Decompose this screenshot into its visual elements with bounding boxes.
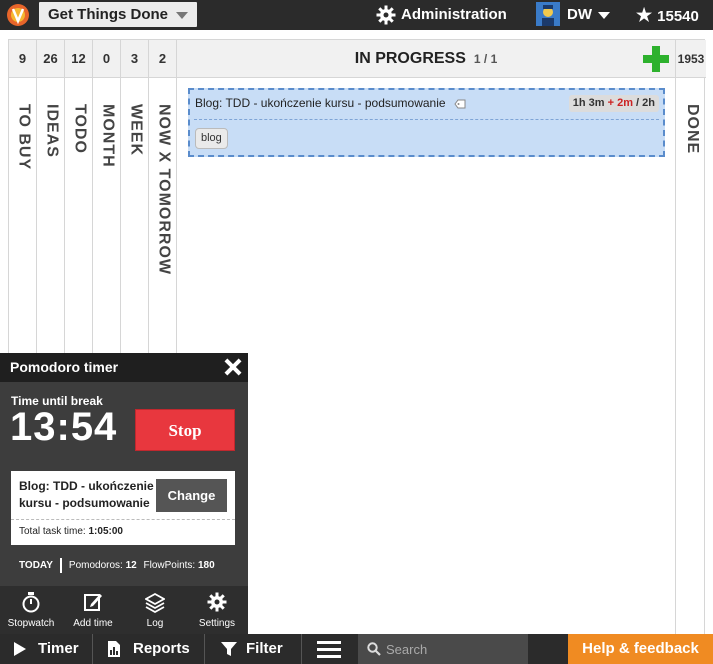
divider bbox=[11, 519, 235, 520]
time-spent: 1h 3m bbox=[572, 97, 605, 109]
top-bar: Get Things Done Administration DW ★ 1554… bbox=[0, 0, 713, 30]
task-card[interactable]: Blog: TDD - ukończenie kursu - podsumowa… bbox=[188, 88, 665, 157]
column-title: TO BUY bbox=[15, 104, 33, 171]
stopwatch-button[interactable]: Stopwatch bbox=[0, 586, 62, 634]
filter-icon bbox=[221, 642, 237, 656]
board-name: Get Things Done bbox=[48, 6, 168, 23]
gear-icon bbox=[207, 592, 227, 612]
log-label: Log bbox=[146, 618, 164, 629]
filter-tab[interactable]: Filter bbox=[205, 634, 301, 664]
menu-button[interactable] bbox=[302, 634, 358, 664]
add-time-label: Add time bbox=[73, 618, 113, 629]
time-added: + 2m bbox=[607, 97, 633, 109]
layers-icon bbox=[145, 592, 165, 613]
pomodoros-label: Pomodoros: bbox=[68, 560, 123, 572]
bottom-bar: Timer Reports Filter Search Help & feedb… bbox=[0, 634, 713, 664]
column-count: 3 bbox=[121, 40, 148, 78]
column-count: 9 bbox=[9, 40, 36, 78]
star-icon: ★ bbox=[636, 5, 653, 25]
stop-button[interactable]: Stop bbox=[135, 409, 235, 451]
column-count: 2 bbox=[149, 40, 176, 78]
reports-tab[interactable]: Reports bbox=[93, 634, 204, 664]
pomodoros-value: 12 bbox=[125, 560, 137, 572]
points-counter[interactable]: ★ 15540 bbox=[636, 0, 699, 30]
edit-icon bbox=[84, 594, 102, 611]
stopwatch-icon bbox=[22, 592, 40, 613]
chevron-down-icon bbox=[598, 11, 610, 19]
flowpoints-label: FlowPoints: bbox=[143, 560, 196, 572]
settings-button[interactable]: Settings bbox=[186, 586, 248, 634]
total-task-time-label: Total task time: bbox=[19, 526, 86, 537]
reports-icon bbox=[108, 641, 120, 657]
pomodoro-panel: Pomodoro timer Time until break 13:54 St… bbox=[0, 353, 248, 634]
task-time-badge: 1h 3m + 2m / 2h bbox=[568, 95, 659, 112]
pomodoro-toolbar: Stopwatch Add time Log Settings bbox=[0, 586, 248, 634]
column-title: IDEAS bbox=[43, 104, 61, 158]
column-count: 26 bbox=[37, 40, 64, 78]
avatar bbox=[536, 2, 560, 26]
help-feedback-button[interactable]: Help & feedback bbox=[568, 634, 713, 664]
task-tag[interactable]: blog bbox=[195, 128, 228, 149]
today-stats: TODAY Pomodoros: 12 FlowPoints: 180 bbox=[19, 558, 215, 573]
administration-label: Administration bbox=[401, 6, 507, 23]
reports-label: Reports bbox=[133, 640, 190, 657]
total-task-time-value: 1:05:00 bbox=[88, 526, 123, 537]
column-count: 0 bbox=[93, 40, 120, 78]
app-root: Get Things Done Administration DW ★ 1554… bbox=[0, 0, 713, 664]
log-button[interactable]: Log bbox=[124, 586, 186, 634]
search-box bbox=[358, 634, 528, 664]
timer-clock: 13:54 bbox=[10, 405, 118, 449]
gear-icon bbox=[376, 5, 396, 25]
add-task-icon[interactable] bbox=[643, 46, 669, 72]
app-logo-icon[interactable] bbox=[6, 3, 30, 27]
user-menu[interactable]: DW bbox=[536, 0, 610, 30]
column-count: 1 / 1 bbox=[473, 52, 498, 66]
in-progress-header: IN PROGRESS 1 / 1 bbox=[177, 40, 675, 78]
pomodoro-title: Pomodoro timer bbox=[10, 359, 119, 375]
administration-link[interactable]: Administration bbox=[376, 0, 507, 30]
points-value: 15540 bbox=[657, 8, 699, 25]
today-label: TODAY bbox=[19, 560, 53, 572]
column-title: NOW X TOMORROW bbox=[155, 104, 173, 276]
hamburger-icon bbox=[317, 641, 341, 658]
user-initials: DW bbox=[567, 6, 592, 23]
column-done[interactable]: 1953 DONE bbox=[676, 40, 706, 635]
timer-tab[interactable]: Timer bbox=[0, 634, 92, 664]
column-count: 12 bbox=[65, 40, 92, 78]
timer-icon bbox=[14, 642, 26, 656]
time-estimate: / 2h bbox=[636, 97, 655, 109]
flowpoints-value: 180 bbox=[197, 560, 215, 572]
column-title: TODO bbox=[71, 104, 89, 154]
timer-label: Timer bbox=[38, 640, 79, 657]
settings-label: Settings bbox=[198, 618, 236, 629]
board-selector[interactable]: Get Things Done bbox=[39, 2, 197, 27]
tag-icon bbox=[454, 99, 466, 109]
current-task-box: Blog: TDD - ukończenie kursu - podsumowa… bbox=[11, 471, 235, 545]
search-icon bbox=[367, 642, 381, 656]
search-input[interactable] bbox=[386, 639, 522, 659]
column-title: WEEK bbox=[127, 104, 145, 156]
column-title: MONTH bbox=[99, 104, 117, 168]
divider bbox=[194, 119, 659, 120]
chevron-down-icon bbox=[176, 12, 188, 19]
total-task-time: Total task time: 1:05:00 bbox=[19, 526, 123, 537]
filter-label: Filter bbox=[246, 640, 283, 657]
change-task-button[interactable]: Change bbox=[156, 479, 227, 512]
add-time-button[interactable]: Add time bbox=[62, 586, 124, 634]
pomodoro-header: Pomodoro timer bbox=[0, 353, 248, 382]
column-title: DONE bbox=[684, 104, 701, 155]
column-count: 1953 bbox=[676, 40, 706, 78]
stopwatch-label: Stopwatch bbox=[7, 618, 55, 629]
current-task-name: Blog: TDD - ukończenie kursu - podsumowa… bbox=[19, 479, 154, 510]
task-card-title: Blog: TDD - ukończenie kursu - podsumowa… bbox=[195, 96, 446, 110]
column-title: IN PROGRESS bbox=[354, 50, 466, 67]
close-icon[interactable] bbox=[224, 358, 242, 376]
